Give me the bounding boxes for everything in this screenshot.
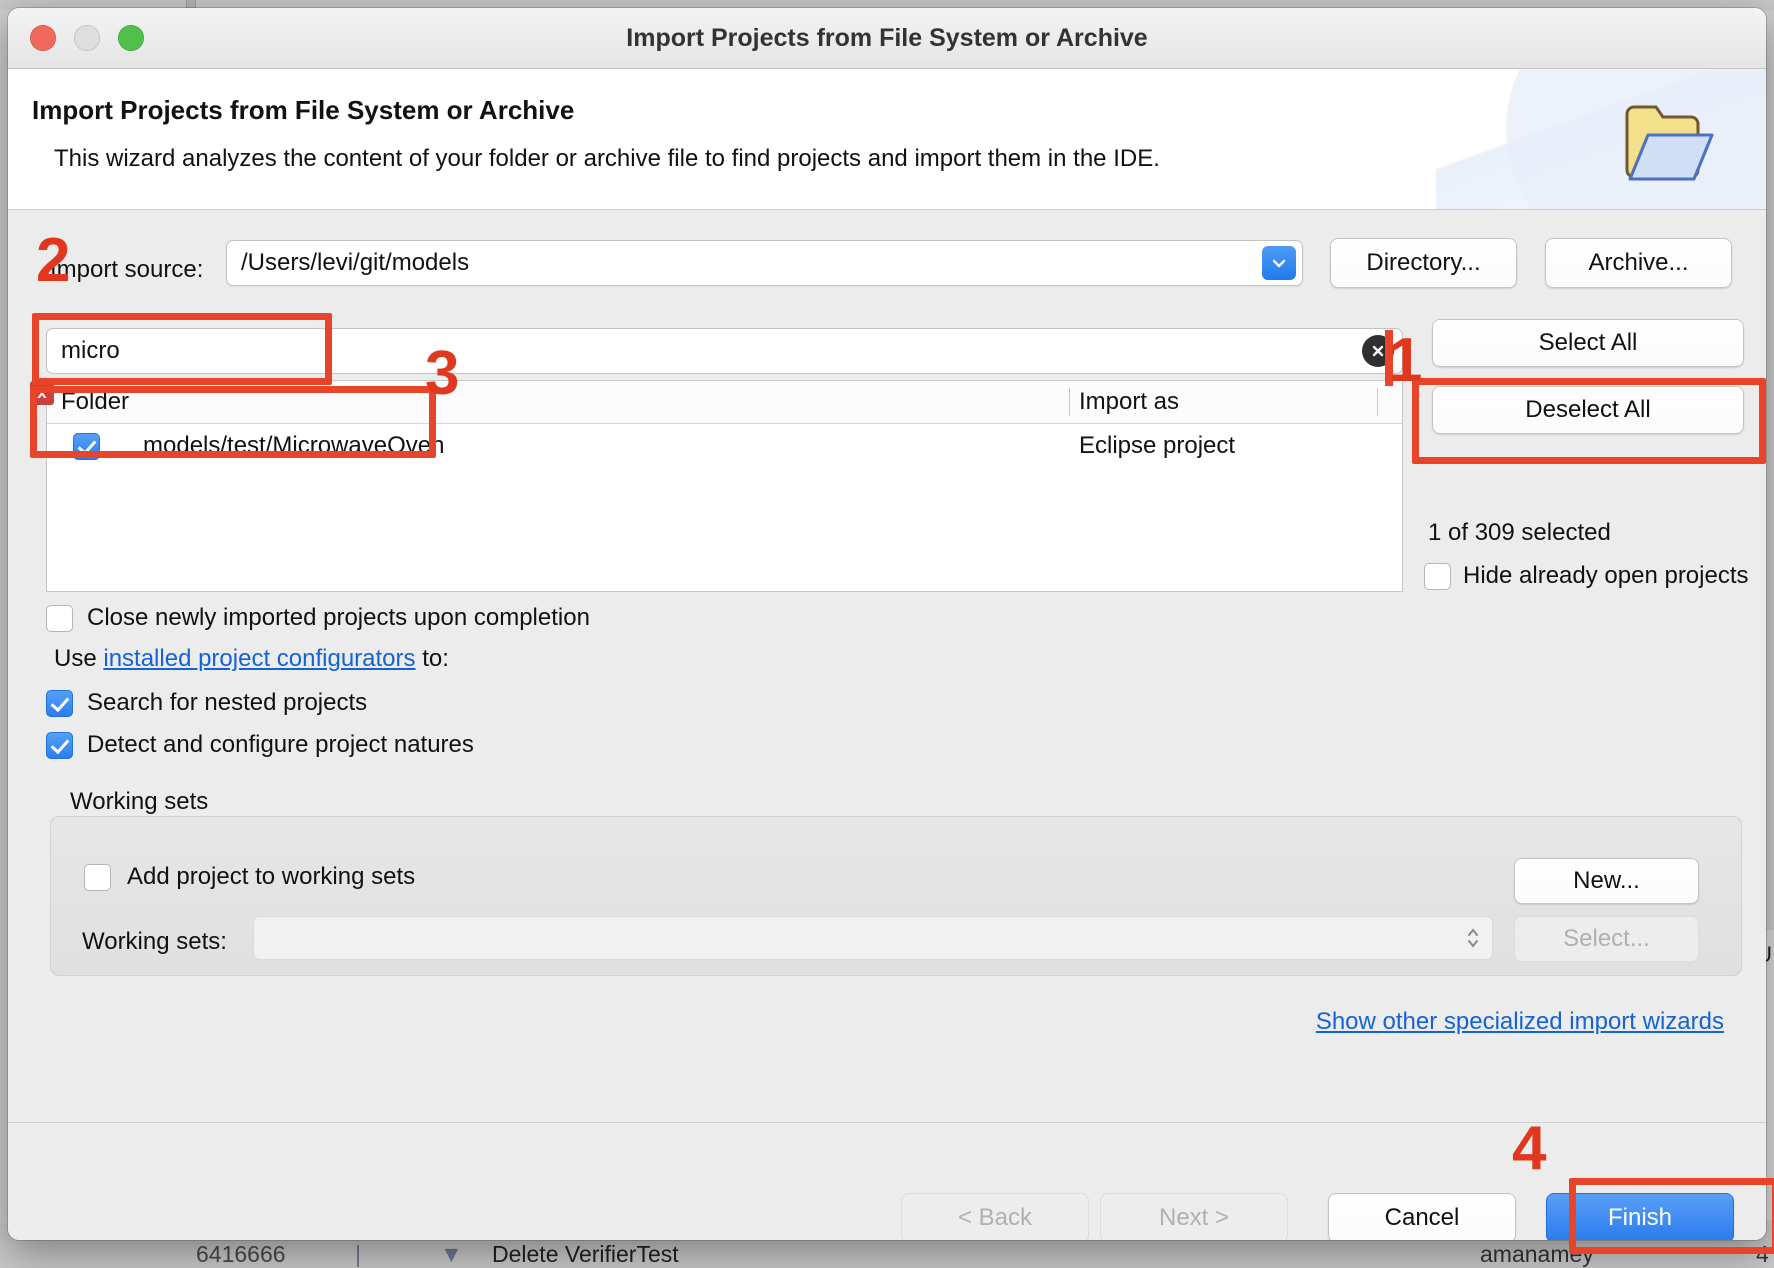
open-folder-icon: [1625, 105, 1714, 181]
window-titlebar: Import Projects from File System or Arch…: [8, 8, 1766, 69]
filter-value: micro: [61, 337, 120, 364]
deselect-all-button[interactable]: Deselect All: [1432, 386, 1744, 434]
import-source-label: Import source:: [50, 256, 204, 283]
add-to-working-sets-checkbox[interactable]: [84, 863, 111, 891]
projects-table[interactable]: Folder Import as models/test/MicrowaveOv…: [46, 380, 1403, 592]
working-sets-combo[interactable]: [253, 916, 1493, 960]
configurators-line: Use installed project configurators to:: [54, 645, 449, 673]
import-wizard-dialog: Import Projects from File System or Arch…: [8, 8, 1766, 1240]
hide-open-projects-label: Hide already open projects: [1463, 562, 1749, 589]
use-suffix: to:: [415, 645, 449, 672]
installed-project-configurators-link[interactable]: installed project configurators: [103, 645, 415, 672]
cancel-button[interactable]: Cancel: [1328, 1193, 1516, 1240]
annotation-number-1: 1: [1388, 326, 1423, 395]
archive-button[interactable]: Archive...: [1545, 238, 1732, 288]
table-row[interactable]: models/test/MicrowaveOven Eclipse projec…: [47, 424, 1402, 468]
close-imported-row[interactable]: Close newly imported projects upon compl…: [46, 604, 590, 632]
add-to-working-sets-row[interactable]: Add project to working sets: [84, 863, 415, 891]
detect-natures-checkbox[interactable]: [46, 731, 73, 759]
search-nested-row[interactable]: Search for nested projects: [46, 689, 367, 717]
column-header-import-as[interactable]: Import as: [1079, 381, 1179, 423]
directory-button[interactable]: Directory...: [1330, 238, 1517, 288]
import-source-value: /Users/levi/git/models: [241, 249, 470, 276]
working-sets-group-title: Working sets: [70, 788, 209, 815]
back-button: < Back: [901, 1193, 1089, 1240]
close-imported-checkbox[interactable]: [46, 604, 73, 632]
finish-button[interactable]: Finish: [1546, 1193, 1734, 1240]
add-to-working-sets-label: Add project to working sets: [127, 863, 416, 890]
new-working-set-button[interactable]: New...: [1514, 858, 1699, 904]
detect-natures-row[interactable]: Detect and configure project natures: [46, 731, 474, 759]
use-prefix: Use: [54, 645, 104, 672]
column-header-folder[interactable]: Folder: [61, 381, 129, 423]
close-imported-label: Close newly imported projects upon compl…: [87, 604, 590, 631]
wizard-header: Import Projects from File System or Arch…: [8, 69, 1766, 210]
detect-natures-label: Detect and configure project natures: [87, 731, 474, 758]
import-source-combo[interactable]: /Users/levi/git/models: [226, 240, 1303, 286]
error-marker-icon: x: [30, 381, 54, 405]
wizard-header-title: Import Projects from File System or Arch…: [32, 95, 575, 125]
stepper-icon[interactable]: [1466, 925, 1480, 951]
window-title: Import Projects from File System or Arch…: [626, 24, 1148, 52]
select-working-set-button: Select...: [1514, 916, 1699, 962]
wizard-header-subtitle: This wizard analyzes the content of your…: [54, 145, 1160, 172]
filter-input[interactable]: micro: [46, 328, 1403, 374]
table-header: Folder Import as: [47, 381, 1402, 424]
annotation-number-3: 3: [425, 339, 460, 408]
hide-open-projects-row[interactable]: Hide already open projects: [1424, 562, 1749, 590]
selection-count-label: 1 of 309 selected: [1428, 519, 1611, 546]
search-nested-label: Search for nested projects: [87, 689, 368, 716]
search-nested-checkbox[interactable]: [46, 689, 73, 717]
other-import-wizards-link[interactable]: Show other specialized import wizards: [1316, 1008, 1724, 1036]
row-folder: models/test/MicrowaveOven: [143, 432, 445, 459]
annotation-number-4: 4: [1512, 1114, 1547, 1183]
row-checkbox[interactable]: [73, 433, 100, 460]
next-button: Next >: [1100, 1193, 1288, 1240]
annotation-number-2: 2: [36, 226, 71, 295]
working-sets-field-label: Working sets:: [82, 928, 227, 955]
select-all-button[interactable]: Select All: [1432, 319, 1744, 367]
chevron-down-icon[interactable]: [1262, 246, 1296, 280]
hide-open-projects-checkbox[interactable]: [1424, 562, 1451, 590]
row-import-as: Eclipse project: [1079, 432, 1236, 459]
